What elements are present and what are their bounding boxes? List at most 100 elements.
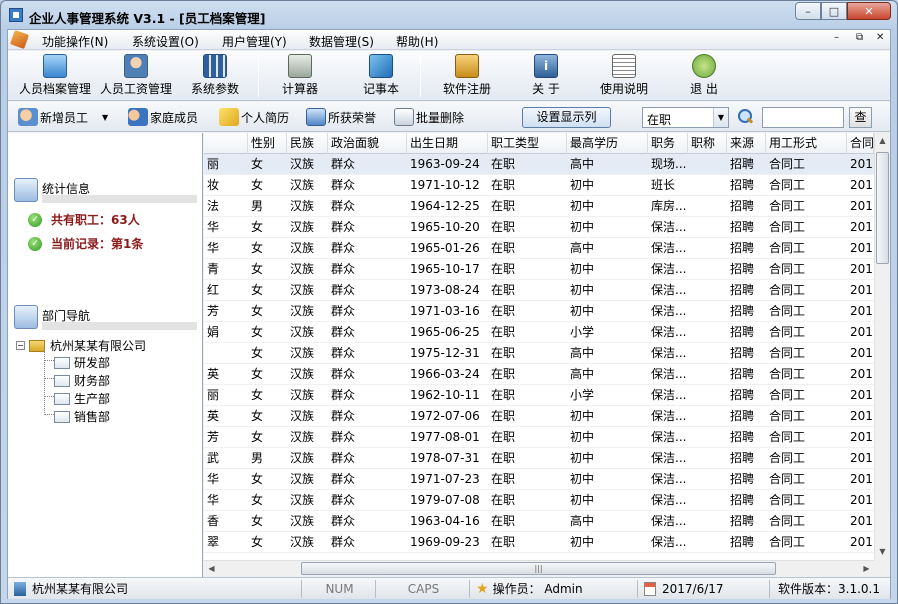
register-button[interactable]: 软件注册 [432,53,502,99]
column-header-education[interactable]: 最高学历 [567,133,648,154]
dropdown-arrow-icon[interactable]: ▼ [102,113,108,122]
scroll-right-icon[interactable]: ▶ [859,561,874,577]
column-header-birth[interactable]: 出生日期 [407,133,488,154]
tree-item-finance[interactable]: 财务部 [54,372,110,389]
table-row[interactable]: 红 女 汉族 群众 1973-08-24 在职 初中 保洁... 招聘 合同工 201 [204,280,874,301]
cell-education: 初中 [570,451,595,465]
tree-item-label: 财务部 [74,374,111,388]
chevron-down-icon[interactable]: ▼ [713,108,728,127]
table-row[interactable]: 翠 女 汉族 群众 1969-09-23 在职 初中 保洁... 招聘 合同工 201 [204,532,874,553]
client-area: 功能操作(N) 系统设置(O) 用户管理(Y) 数据管理(S) 帮助(H) – … [7,29,891,599]
tree-item-label: 研发部 [74,356,111,370]
column-header-name[interactable] [204,133,248,154]
family-button[interactable]: 家庭成员 [128,106,198,128]
scroll-down-icon[interactable]: ▼ [875,544,890,560]
table-row[interactable]: 娟 女 汉族 群众 1965-06-25 在职 小学 保洁... 招聘 合同工 201 [204,322,874,343]
honors-button[interactable]: 所获荣誉 [306,106,376,128]
salary-button[interactable]: 人员工资管理 [96,53,176,99]
table-row[interactable]: 华 女 汉族 群众 1965-10-20 在职 初中 保洁... 招聘 合同工 201 [204,217,874,238]
cell-gender: 女 [251,262,264,276]
table-row[interactable]: 芳 女 汉族 群众 1977-08-01 在职 初中 保洁... 招聘 合同工 201 [204,427,874,448]
tree-item-production[interactable]: 生产部 [54,390,110,407]
exit-button[interactable]: 退 出 [674,53,734,99]
tree-root[interactable]: − 杭州某某有限公司 [16,337,146,354]
cell-name: 青 [207,262,220,276]
table-row[interactable]: 香 女 汉族 群众 1963-04-16 在职 高中 保洁... 招聘 合同工 201 [204,511,874,532]
about-button[interactable]: i 关 于 [516,53,576,99]
minimize-button[interactable]: – [795,2,821,20]
cell-gender: 女 [251,325,264,339]
mdi-minimize-button[interactable]: – [834,32,839,43]
table-row[interactable]: 芳 女 汉族 群众 1971-03-16 在职 初中 保洁... 招聘 合同工 201 [204,301,874,322]
notepad-button[interactable]: 记事本 [351,53,411,99]
column-header-contract[interactable]: 合同 [847,133,874,154]
table-row[interactable]: 英 女 汉族 群众 1972-07-06 在职 初中 保洁... 招聘 合同工 201 [204,406,874,427]
total-text: 共有职工：63人 [51,213,140,227]
status-filter-select[interactable]: 在职 ▼ [642,107,729,128]
search-input[interactable] [762,107,844,128]
cell-gender: 女 [251,283,264,297]
menu-function[interactable]: 功能操作(N) [42,33,108,50]
cell-birth: 1971-03-16 [410,304,480,318]
title-bar[interactable]: 企业人事管理系统 V3.1 - [员工档案管理] – □ ✕ [1,1,897,29]
cell-source: 招聘 [730,514,755,528]
query-button[interactable]: 查 [849,107,872,128]
column-header-type[interactable]: 职工类型 [488,133,567,154]
new-employee-button[interactable]: 新增员工 ▼ [18,106,108,128]
manual-button[interactable]: 使用说明 [594,53,654,99]
column-header-source[interactable]: 来源 [727,133,766,154]
column-header-title[interactable]: 职称 [688,133,727,154]
column-header-gender[interactable]: 性别 [248,133,287,154]
archive-button[interactable]: 人员档案管理 [14,53,96,99]
display-settings-button[interactable]: 设置显示列 [522,107,611,128]
cell-birth: 1965-10-17 [410,262,480,276]
column-header-political[interactable]: 政治面貌 [328,133,407,154]
table-row[interactable]: 英 女 汉族 群众 1966-03-24 在职 高中 保洁... 招聘 合同工 201 [204,364,874,385]
calculator-button[interactable]: 计算器 [270,53,330,99]
mdi-close-button[interactable]: ✕ [876,32,884,43]
table-row[interactable]: 武 男 汉族 群众 1978-07-31 在职 初中 保洁... 招聘 合同工 201 [204,448,874,469]
vertical-scroll-thumb[interactable] [876,152,889,264]
table-row[interactable]: 妆 女 汉族 群众 1971-10-12 在职 初中 班长 招聘 合同工 201 [204,175,874,196]
cell-title [688,217,727,238]
close-button[interactable]: ✕ [847,2,891,20]
scroll-up-icon[interactable]: ▲ [875,133,890,149]
column-header-position[interactable]: 职务 [648,133,688,154]
table-row[interactable]: 丽 女 汉族 群众 1962-10-11 在职 小学 保洁... 招聘 合同工 201 [204,385,874,406]
params-button[interactable]: 系统参数 [180,53,250,99]
vertical-scrollbar[interactable]: ▲ ▼ [874,133,890,560]
batch-delete-button[interactable]: 批量删除 [394,106,464,128]
mdi-restore-button[interactable]: ⧉ [856,32,863,43]
table-row[interactable]: 女 汉族 群众 1975-12-31 在职 高中 保洁... 招聘 合同工 201 [204,343,874,364]
cell-ethnicity: 汉族 [290,472,315,486]
search-icon[interactable] [736,108,754,126]
collapse-icon[interactable]: − [16,341,25,350]
calendar-icon [644,582,656,596]
scroll-left-icon[interactable]: ◀ [204,561,219,577]
cell-title [688,301,727,322]
resume-button[interactable]: 个人简历 [219,106,289,128]
table-row[interactable]: 青 女 汉族 群众 1965-10-17 在职 初中 保洁... 招聘 合同工 201 [204,259,874,280]
tree-item-sales[interactable]: 销售部 [54,408,110,425]
column-header-employment[interactable]: 用工形式 [766,133,847,154]
person-icon [124,54,148,78]
cell-title [688,511,727,532]
menu-help[interactable]: 帮助(H) [396,33,438,50]
tree-item-rd[interactable]: 研发部 [54,354,110,371]
table-row[interactable]: 法 男 汉族 群众 1964-12-25 在职 初中 库房... 招聘 合同工 201 [204,196,874,217]
cell-name: 娟 [207,325,220,339]
table-row[interactable]: 华 女 汉族 群众 1971-07-23 在职 初中 保洁... 招聘 合同工 201 [204,469,874,490]
horizontal-scrollbar[interactable]: ◀ ||| ▶ [204,560,874,576]
cell-source: 招聘 [730,262,755,276]
table-row[interactable]: 丽 女 汉族 群众 1963-09-24 在职 高中 现场... 招聘 合同工 201 [204,154,874,175]
cell-contract: 201 [850,514,873,528]
table-row[interactable]: 华 女 汉族 群众 1965-01-26 在职 高中 保洁... 招聘 合同工 201 [204,238,874,259]
menu-data[interactable]: 数据管理(S) [309,33,374,50]
menu-settings[interactable]: 系统设置(O) [132,33,199,50]
horizontal-scroll-thumb[interactable]: ||| [301,562,776,575]
table-row[interactable]: 华 女 汉族 群众 1979-07-08 在职 初中 保洁... 招聘 合同工 201 [204,490,874,511]
column-header-ethnicity[interactable]: 民族 [287,133,328,154]
cell-position: 保洁... [651,367,687,381]
maximize-button[interactable]: □ [821,2,847,20]
menu-users[interactable]: 用户管理(Y) [222,33,287,50]
